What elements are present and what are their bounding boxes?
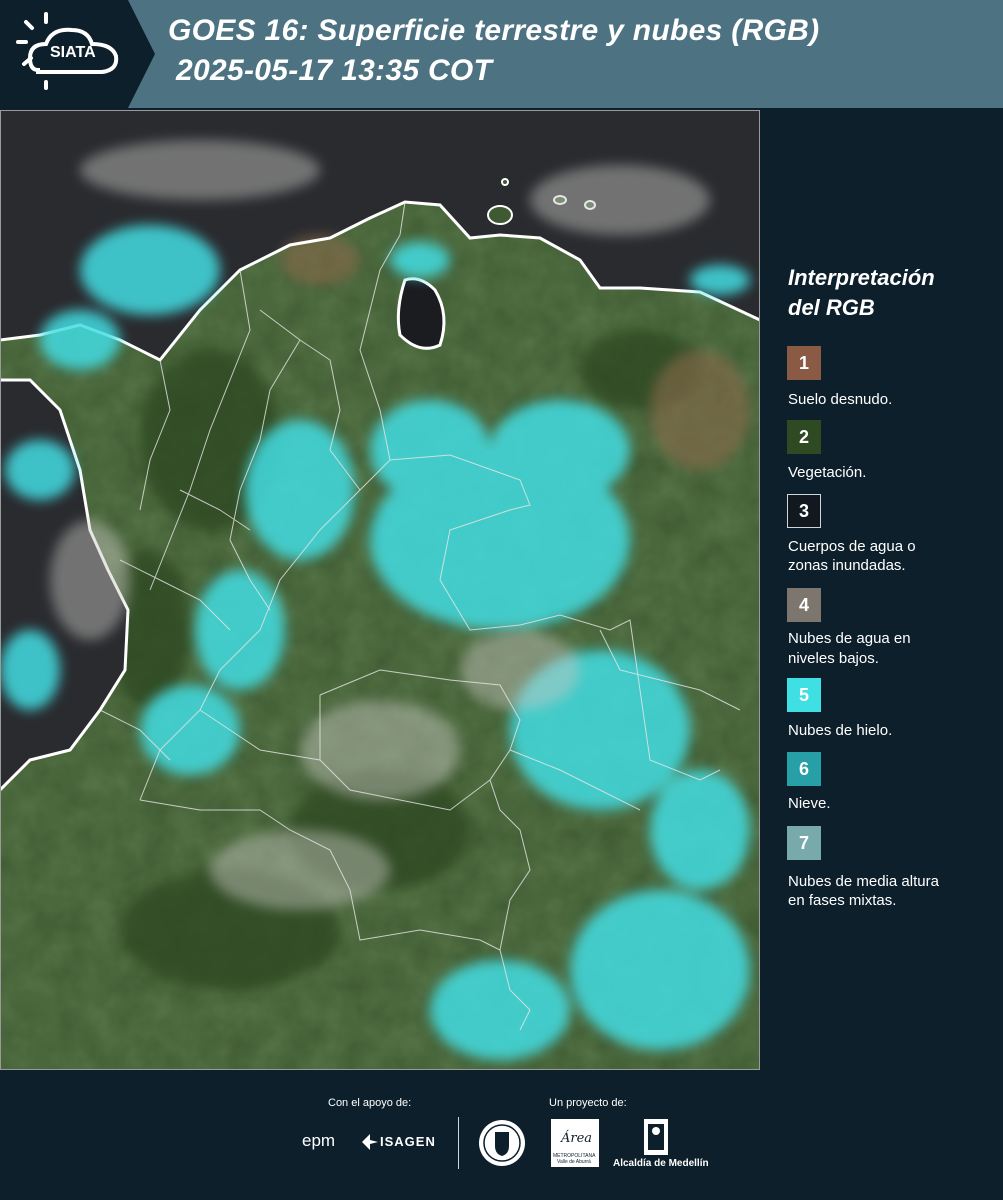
area-metropolitana-logo: Área METROPOLITANA Valle de Aburrá (551, 1119, 599, 1167)
legend-label-4b: niveles bajos. (788, 650, 879, 667)
epm-logo: epm (302, 1131, 336, 1150)
legend-label-2: Vegetación. (788, 464, 867, 481)
support-caption: Con el apoyo de: (328, 1097, 412, 1109)
legend-swatch-3: 3 (787, 494, 821, 528)
area-logo-text: Área (561, 1131, 593, 1146)
legend-label-6: Nieve. (788, 795, 831, 812)
legend-label-3b: zonas inundadas. (788, 557, 906, 574)
footer-divider (458, 1117, 459, 1169)
legend-label-5: Nubes de hielo. (788, 722, 893, 739)
area-logo-sub2: Valle de Aburrá (557, 1159, 591, 1165)
isagen-logo: ISAGEN (380, 1134, 436, 1149)
legend-swatch-2: 2 (787, 420, 821, 454)
alcaldia-logo-text: Alcaldía de Medellín (613, 1158, 709, 1169)
siata-logo-text: SIATA (50, 44, 96, 61)
medellin-seal-icon (479, 1120, 525, 1166)
footer-bar: Con el apoyo de: Un proyecto de: epm ISA… (0, 1070, 1003, 1200)
header-bar: SIATA GOES 16: Superficie terrestre y nu… (0, 0, 1003, 108)
project-caption: Un proyecto de: (549, 1097, 627, 1109)
legend-label-7a: Nubes de media altura (788, 873, 939, 890)
isagen-logo-icon (362, 1134, 378, 1150)
legend-label-7b: en fases mixtas. (788, 892, 897, 909)
legend-label-4a: Nubes de agua en (788, 630, 911, 647)
legend-swatch-4: 4 (787, 588, 821, 622)
legend-label-3a: Cuerpos de agua o (788, 538, 916, 555)
legend-swatch-5: 5 (787, 678, 821, 712)
satellite-rgb-map (0, 110, 760, 1070)
legend-swatch-7: 7 (787, 826, 821, 860)
map-title: GOES 16: Superficie terrestre y nubes (R… (168, 14, 820, 47)
legend-title-line2: del RGB (788, 295, 875, 320)
map-timestamp: 2025-05-17 13:35 COT (176, 54, 493, 87)
legend-panel: Interpretación del RGB 1 Suelo desnudo. … (760, 108, 1003, 1070)
legend-label-1: Suelo desnudo. (788, 391, 893, 408)
legend-title-line1: Interpretación (788, 265, 935, 290)
legend-swatch-6: 6 (787, 752, 821, 786)
legend-swatch-1: 1 (787, 346, 821, 380)
alcaldia-building-icon (644, 1119, 668, 1155)
